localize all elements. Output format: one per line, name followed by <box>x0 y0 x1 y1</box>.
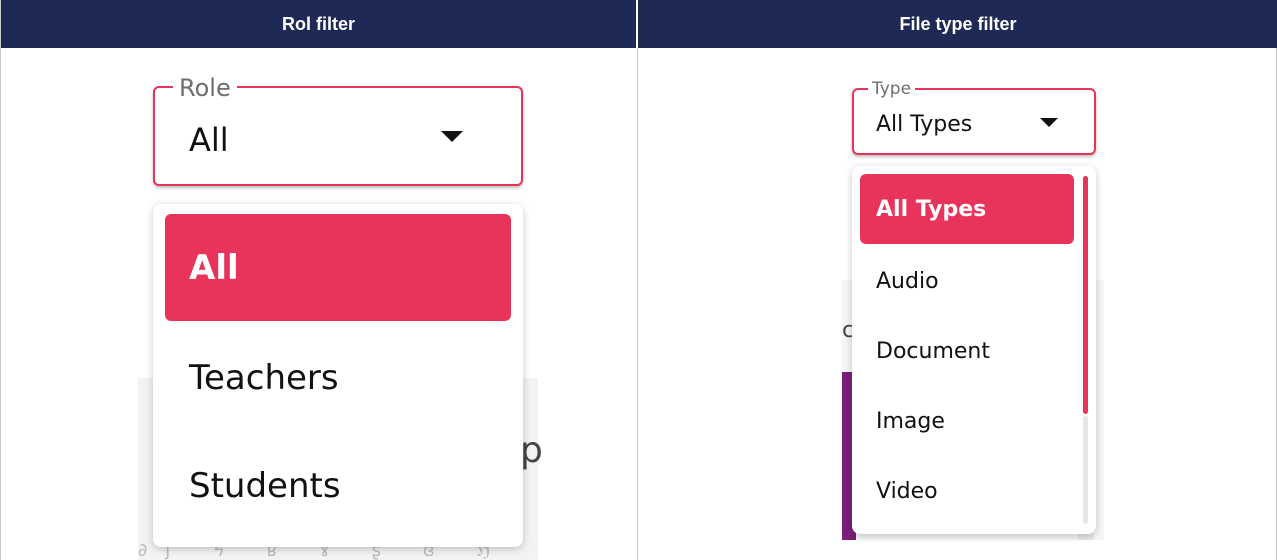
role-option-all[interactable]: All <box>165 214 511 321</box>
type-select[interactable]: Type All Types <box>852 81 1096 155</box>
type-option-video[interactable]: Video <box>860 456 1074 526</box>
role-select[interactable]: Role All <box>153 76 523 186</box>
role-select-label: Role <box>173 76 237 100</box>
role-dropdown-menu: All Teachers Students <box>153 204 523 547</box>
column-divider <box>637 48 638 560</box>
type-select-label: Type <box>868 81 916 98</box>
type-option-document[interactable]: Document <box>860 316 1074 386</box>
header-file-type-filter: File type filter <box>638 0 1277 48</box>
type-option-audio[interactable]: Audio <box>860 246 1074 316</box>
role-option-students[interactable]: Students <box>165 432 511 539</box>
caret-down-icon <box>1040 118 1058 127</box>
menu-scrollbar-thumb[interactable] <box>1083 176 1088 414</box>
menu-scroll-track[interactable] <box>1083 416 1088 524</box>
type-select-value: All Types <box>876 112 973 137</box>
background-partial-letter-left: p <box>520 430 543 471</box>
role-select-value: All <box>189 121 229 159</box>
type-option-all-types[interactable]: All Types <box>860 174 1074 244</box>
caret-down-icon <box>441 131 463 142</box>
type-dropdown-menu: All Types Audio Document Image Video <box>852 166 1096 534</box>
header-rol-filter: Rol filter <box>1 0 638 48</box>
table-header-row: Rol filter File type filter <box>1 0 1277 48</box>
type-option-image[interactable]: Image <box>860 386 1074 456</box>
role-option-teachers[interactable]: Teachers <box>165 324 511 431</box>
